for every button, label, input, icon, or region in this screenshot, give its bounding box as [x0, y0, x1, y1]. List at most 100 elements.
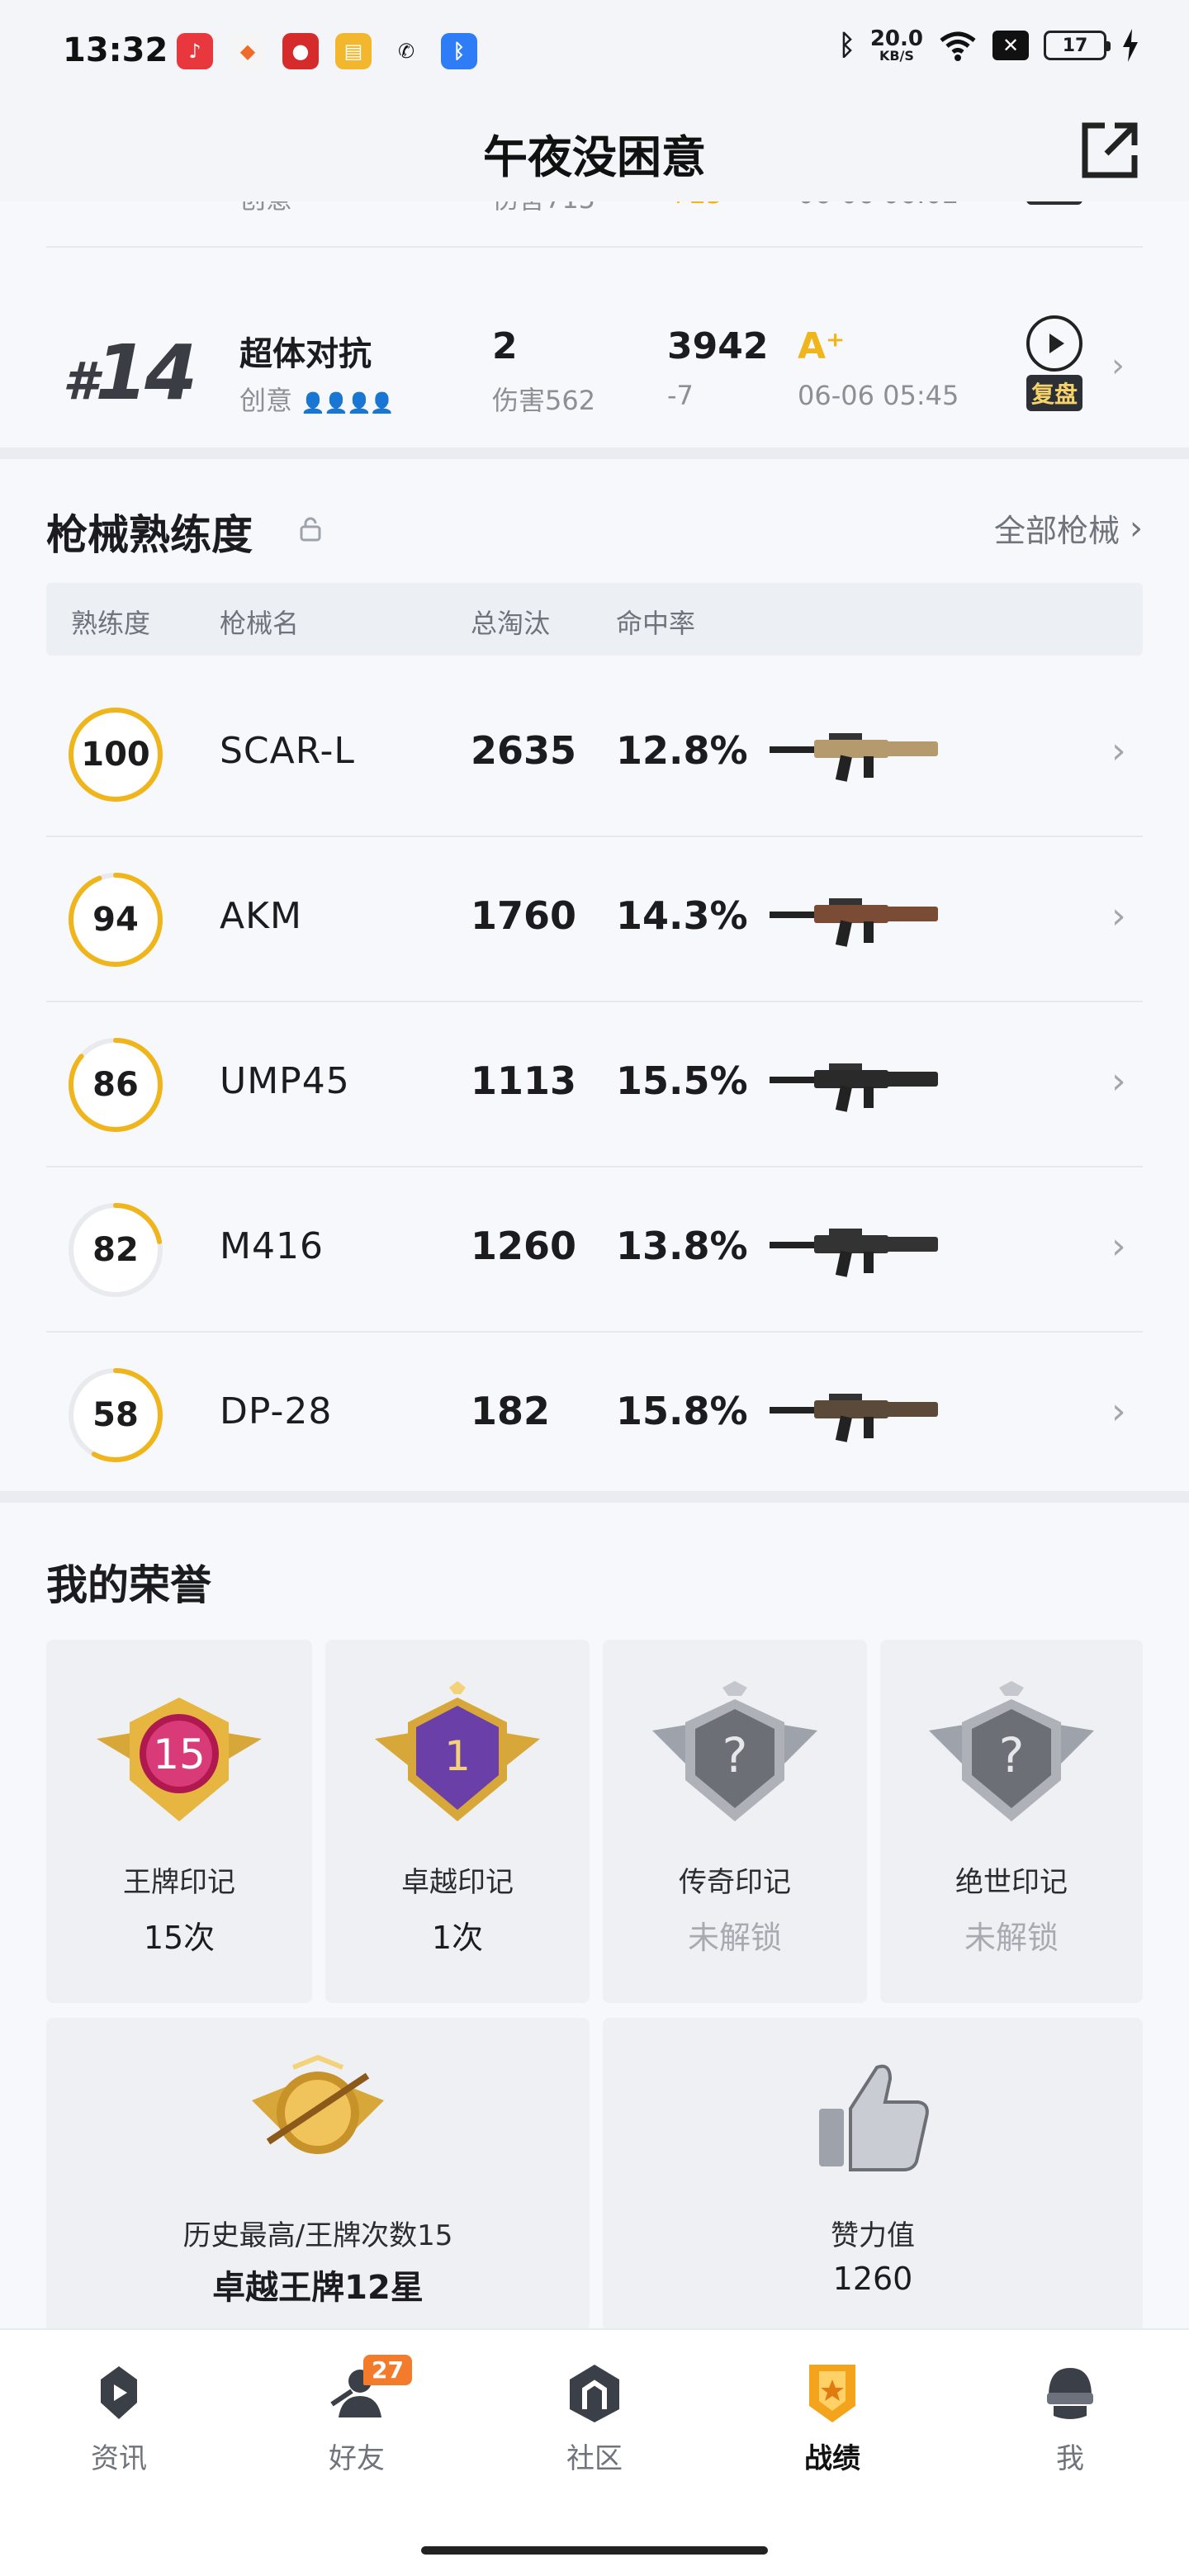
weapon-kills: 182	[471, 1389, 551, 1433]
profile-icon	[1047, 2368, 1093, 2419]
proficiency-value: 94	[92, 901, 139, 939]
match-kills: 2	[492, 325, 518, 367]
chevron-right-icon: ›	[1111, 1225, 1126, 1267]
honor-card-ace[interactable]: 15 王牌印记 15次	[46, 1640, 312, 2003]
match-row[interactable]: #14 超体对抗 创意 👤👤👤👤 2 伤害562 3942 -7 A⁺ 06-0…	[46, 284, 1143, 449]
notes-app-icon: ▤	[335, 33, 372, 69]
game-app-icon: ◆	[230, 33, 266, 69]
home-indicator	[421, 2546, 768, 2555]
wechat-icon: ✆	[397, 40, 415, 63]
weapon-image-icon	[770, 1229, 938, 1277]
weapon-proficiency-section: 枪械熟练度 全部枪械 › 熟练度 枪械名 总淘汰 命中率 100 SCAR-L 26…	[0, 459, 1189, 1498]
nav-item-friends[interactable]: 27 好友	[274, 2355, 439, 2476]
match-grade: A⁺	[798, 325, 846, 367]
nav-item-profile[interactable]: 我	[988, 2360, 1153, 2476]
ace-emblem-icon: 15	[97, 1698, 262, 1821]
match-score: 3942	[667, 325, 769, 367]
lock-icon	[300, 517, 321, 542]
bottom-nav: 资讯 27 好友 社区 战绩 我	[0, 2328, 1189, 2576]
peerless-emblem-icon: ?	[929, 1681, 1094, 1821]
chevron-right-icon: ›	[1111, 1060, 1126, 1102]
weapon-row[interactable]: 100 SCAR-L 2635 12.8% ›	[46, 672, 1143, 837]
weapon-accuracy: 15.5%	[616, 1058, 748, 1103]
share-icon[interactable]	[1077, 117, 1143, 183]
weapon-row[interactable]: 86 UMP45 1113 15.5% ›	[46, 1002, 1143, 1167]
table-header: 熟练度 枪械名 总淘汰 命中率	[46, 583, 1143, 656]
status-time: 13:32	[63, 31, 168, 69]
svg-text:1: 1	[444, 1732, 471, 1780]
nav-item-record[interactable]: 战绩	[750, 2360, 915, 2476]
weapon-row[interactable]: 58 DP-28 182 15.8% ›	[46, 1333, 1143, 1498]
all-weapons-link[interactable]: 全部枪械 ›	[994, 505, 1143, 551]
bluetooth-app-icon: ᛒ	[441, 33, 477, 69]
music-app-icon: ♪	[177, 33, 213, 69]
friends-badge: 27	[363, 2355, 412, 2385]
charging-icon	[1123, 29, 1138, 62]
honor-card-peerless[interactable]: ? 绝世印记 未解锁	[880, 1640, 1143, 2003]
chevron-right-icon: ›	[1111, 895, 1126, 937]
replay-icon	[1026, 315, 1082, 372]
weapon-kills: 1113	[471, 1058, 577, 1103]
status-bar: 13:32 ♪ ◆ ● ▤ ✆ ᛒ ᛒ 20.0 KB/S ✕ 17	[0, 0, 1189, 99]
page-title: 午夜没困意	[483, 131, 706, 183]
news-icon	[101, 2366, 137, 2419]
nav-item-news[interactable]: 资讯	[36, 2360, 201, 2476]
weapon-kills: 1760	[471, 893, 577, 938]
match-row-partial[interactable]: 创意 伤害715 +25 06-06 06:02 复盘	[46, 201, 1143, 248]
record-icon	[809, 2365, 855, 2422]
section-title: 我的荣誉	[46, 1561, 211, 1609]
honor-card-highest-tier[interactable]: 历史最高/王牌次数15 卓越王牌12星	[46, 2018, 590, 2332]
weapon-name: DP-28	[220, 1390, 333, 1432]
chevron-right-icon: ›	[1111, 730, 1126, 772]
match-list: 创意 伤害715 +25 06-06 06:02 复盘 #14 超体对抗 创意 …	[0, 201, 1189, 449]
team-icon: 👤👤👤👤	[301, 391, 395, 414]
status-right: ᛒ 20.0 KB/S ✕ 17	[838, 28, 1139, 63]
bluetooth-icon: ᛒ	[838, 29, 855, 62]
community-icon	[570, 2365, 619, 2422]
section-divider	[0, 1491, 1189, 1503]
tier-emblem-icon	[252, 2054, 384, 2154]
honor-card-legend[interactable]: ? 传奇印记 未解锁	[603, 1640, 867, 2003]
svg-text:?: ?	[722, 1727, 748, 1783]
weapon-name: AKM	[220, 895, 302, 937]
svg-text:?: ?	[999, 1727, 1025, 1783]
section-divider	[0, 447, 1189, 459]
weapon-accuracy: 12.8%	[616, 728, 748, 773]
svg-text:15: 15	[153, 1731, 206, 1778]
weapon-kills: 2635	[471, 728, 577, 773]
weapon-name: SCAR-L	[220, 730, 355, 772]
weapon-kills: 1260	[471, 1224, 577, 1268]
weapon-name: UMP45	[220, 1060, 350, 1102]
proficiency-value: 58	[92, 1396, 139, 1434]
proficiency-value: 100	[81, 736, 150, 774]
wifi-icon	[940, 31, 976, 61]
weapon-name: M416	[220, 1225, 324, 1267]
match-time: 06-06 05:45	[798, 380, 959, 411]
weapon-image-icon	[770, 898, 938, 947]
proficiency-value: 82	[92, 1231, 139, 1269]
honor-card-excellent[interactable]: 1 卓越印记 1次	[325, 1640, 590, 2003]
weapon-image-icon	[770, 1063, 938, 1112]
status-app-icons: ♪ ◆ ● ▤ ✆ ᛒ	[177, 33, 477, 69]
legend-emblem-icon: ?	[652, 1681, 817, 1821]
shopping-app-icon: ●	[282, 33, 319, 69]
weapon-accuracy: 15.8%	[616, 1389, 748, 1433]
replay-button[interactable]: 复盘	[1017, 315, 1092, 411]
nav-item-community[interactable]: 社区	[512, 2360, 677, 2476]
weapon-row[interactable]: 94 AKM 1760 14.3% ›	[46, 837, 1143, 1002]
excellent-emblem-icon: 1	[375, 1681, 540, 1821]
chevron-right-icon: ›	[1130, 509, 1143, 547]
weapon-accuracy: 14.3%	[616, 893, 748, 938]
proficiency-value: 86	[92, 1066, 139, 1104]
match-score-delta: -7	[667, 380, 694, 411]
chevron-right-icon: ›	[1111, 347, 1125, 385]
battery-indicator: 17	[1044, 31, 1111, 60]
weapon-image-icon	[770, 1394, 938, 1442]
honor-card-likes[interactable]: 赞力值 1260	[603, 2018, 1143, 2332]
network-speed: 20.0 KB/S	[869, 26, 923, 64]
weapon-row[interactable]: 82 M416 1260 13.8% ›	[46, 1167, 1143, 1333]
weapon-accuracy: 13.8%	[616, 1224, 748, 1268]
match-sub: 创意 👤👤👤👤	[239, 385, 395, 416]
weapon-image-icon	[770, 733, 938, 782]
sim-off-icon: ✕	[992, 31, 1029, 60]
